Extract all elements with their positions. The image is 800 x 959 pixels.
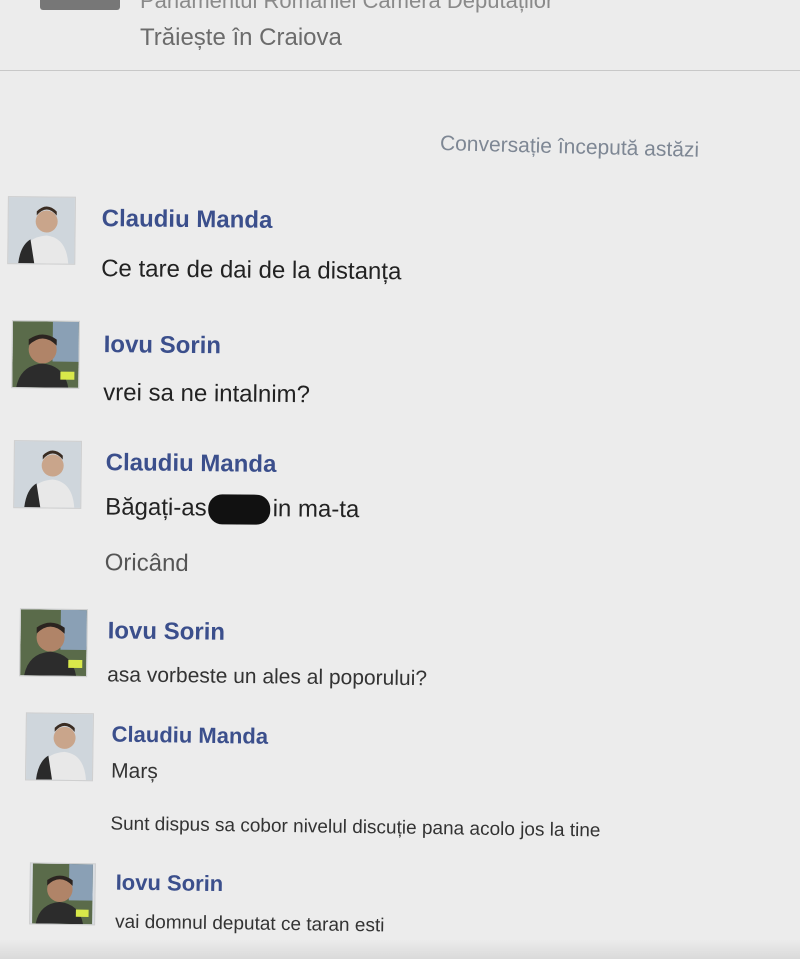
screen-edge-shadow xyxy=(0,939,800,959)
message-text-part: Băgați-as xyxy=(105,493,207,522)
message-text: Sunt dispus sa cobor nivelul discuție pa… xyxy=(110,813,601,842)
message-group: Iovu Sorin vai domnul deputat ce taran e… xyxy=(0,858,800,936)
message-group: Claudiu Manda Ce tare de dai de la dista… xyxy=(0,190,800,285)
profile-photo-icon xyxy=(12,321,79,388)
message-text: vrei sa ne intalnim? xyxy=(103,379,311,409)
profile-header: Parlamentul României Camera Deputaților … xyxy=(0,0,800,71)
profile-work-title: Parlamentul României Camera Deputaților xyxy=(140,0,554,13)
avatar[interactable] xyxy=(29,862,96,926)
message-group: Claudiu Manda Băgați-as in ma-ta Oricând xyxy=(0,436,800,577)
sender-name[interactable]: Iovu Sorin xyxy=(115,870,224,897)
profile-photo-icon xyxy=(20,609,87,677)
profile-photo-icon xyxy=(14,441,81,508)
sender-name[interactable]: Iovu Sorin xyxy=(104,331,222,360)
conversation-start-label: Conversație începută astăzi xyxy=(439,132,700,162)
message-text: Oricând xyxy=(104,549,189,577)
message-text: Ce tare de dai de la distanța xyxy=(101,255,402,286)
profile-photo-icon xyxy=(26,713,93,781)
sender-name[interactable]: Iovu Sorin xyxy=(108,617,226,646)
sender-name[interactable]: Claudiu Manda xyxy=(102,205,273,235)
message-text: asa vorbeste un ales al poporului? xyxy=(107,663,428,691)
avatar[interactable] xyxy=(24,712,94,782)
avatar[interactable] xyxy=(13,440,82,509)
avatar[interactable] xyxy=(11,320,80,389)
message-text: Marș xyxy=(110,759,158,784)
message-group: Iovu Sorin vrei sa ne intalnim? xyxy=(0,316,800,408)
sender-name[interactable]: Claudiu Manda xyxy=(106,449,277,479)
profile-photo-icon xyxy=(8,197,75,264)
message-text-part: in ma-ta xyxy=(272,495,360,524)
header-avatar[interactable] xyxy=(40,0,120,10)
censor-bar xyxy=(208,494,271,525)
message-text: vai domnul deputat ce taran esti xyxy=(114,911,385,937)
profile-location: Trăiește în Craiova xyxy=(140,24,342,51)
message-text: Băgați-as in ma-ta xyxy=(105,493,359,526)
avatar[interactable] xyxy=(7,196,76,265)
sender-name[interactable]: Claudiu Manda xyxy=(111,722,268,750)
message-group: Iovu Sorin asa vorbeste un ales al popor… xyxy=(0,604,800,690)
message-group: Claudiu Manda Marș Sunt dispus sa cobor … xyxy=(0,708,800,841)
avatar[interactable] xyxy=(19,608,88,678)
profile-photo-icon xyxy=(32,863,93,925)
